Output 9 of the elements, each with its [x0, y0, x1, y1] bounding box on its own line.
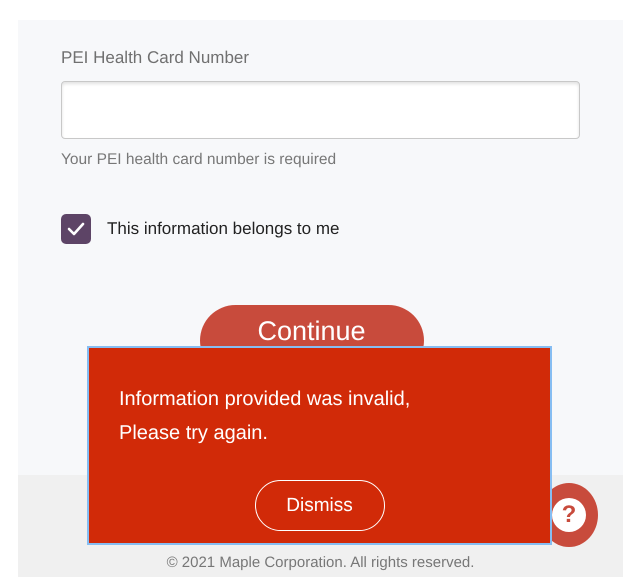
field-label: PEI Health Card Number: [61, 48, 250, 68]
field-hint: Your PEI health card number is required: [61, 151, 338, 169]
health-card-input[interactable]: [61, 81, 580, 139]
checkbox-label: This information belongs to me: [107, 219, 340, 239]
check-icon: [67, 222, 85, 236]
dismiss-button[interactable]: Dismiss: [254, 480, 384, 531]
copyright-text: © 2021 Maple Corporation. All rights reserved.: [166, 554, 474, 571]
checkbox[interactable]: [61, 214, 91, 244]
error-message: Information provided was invalid, Please try again.: [119, 387, 412, 446]
